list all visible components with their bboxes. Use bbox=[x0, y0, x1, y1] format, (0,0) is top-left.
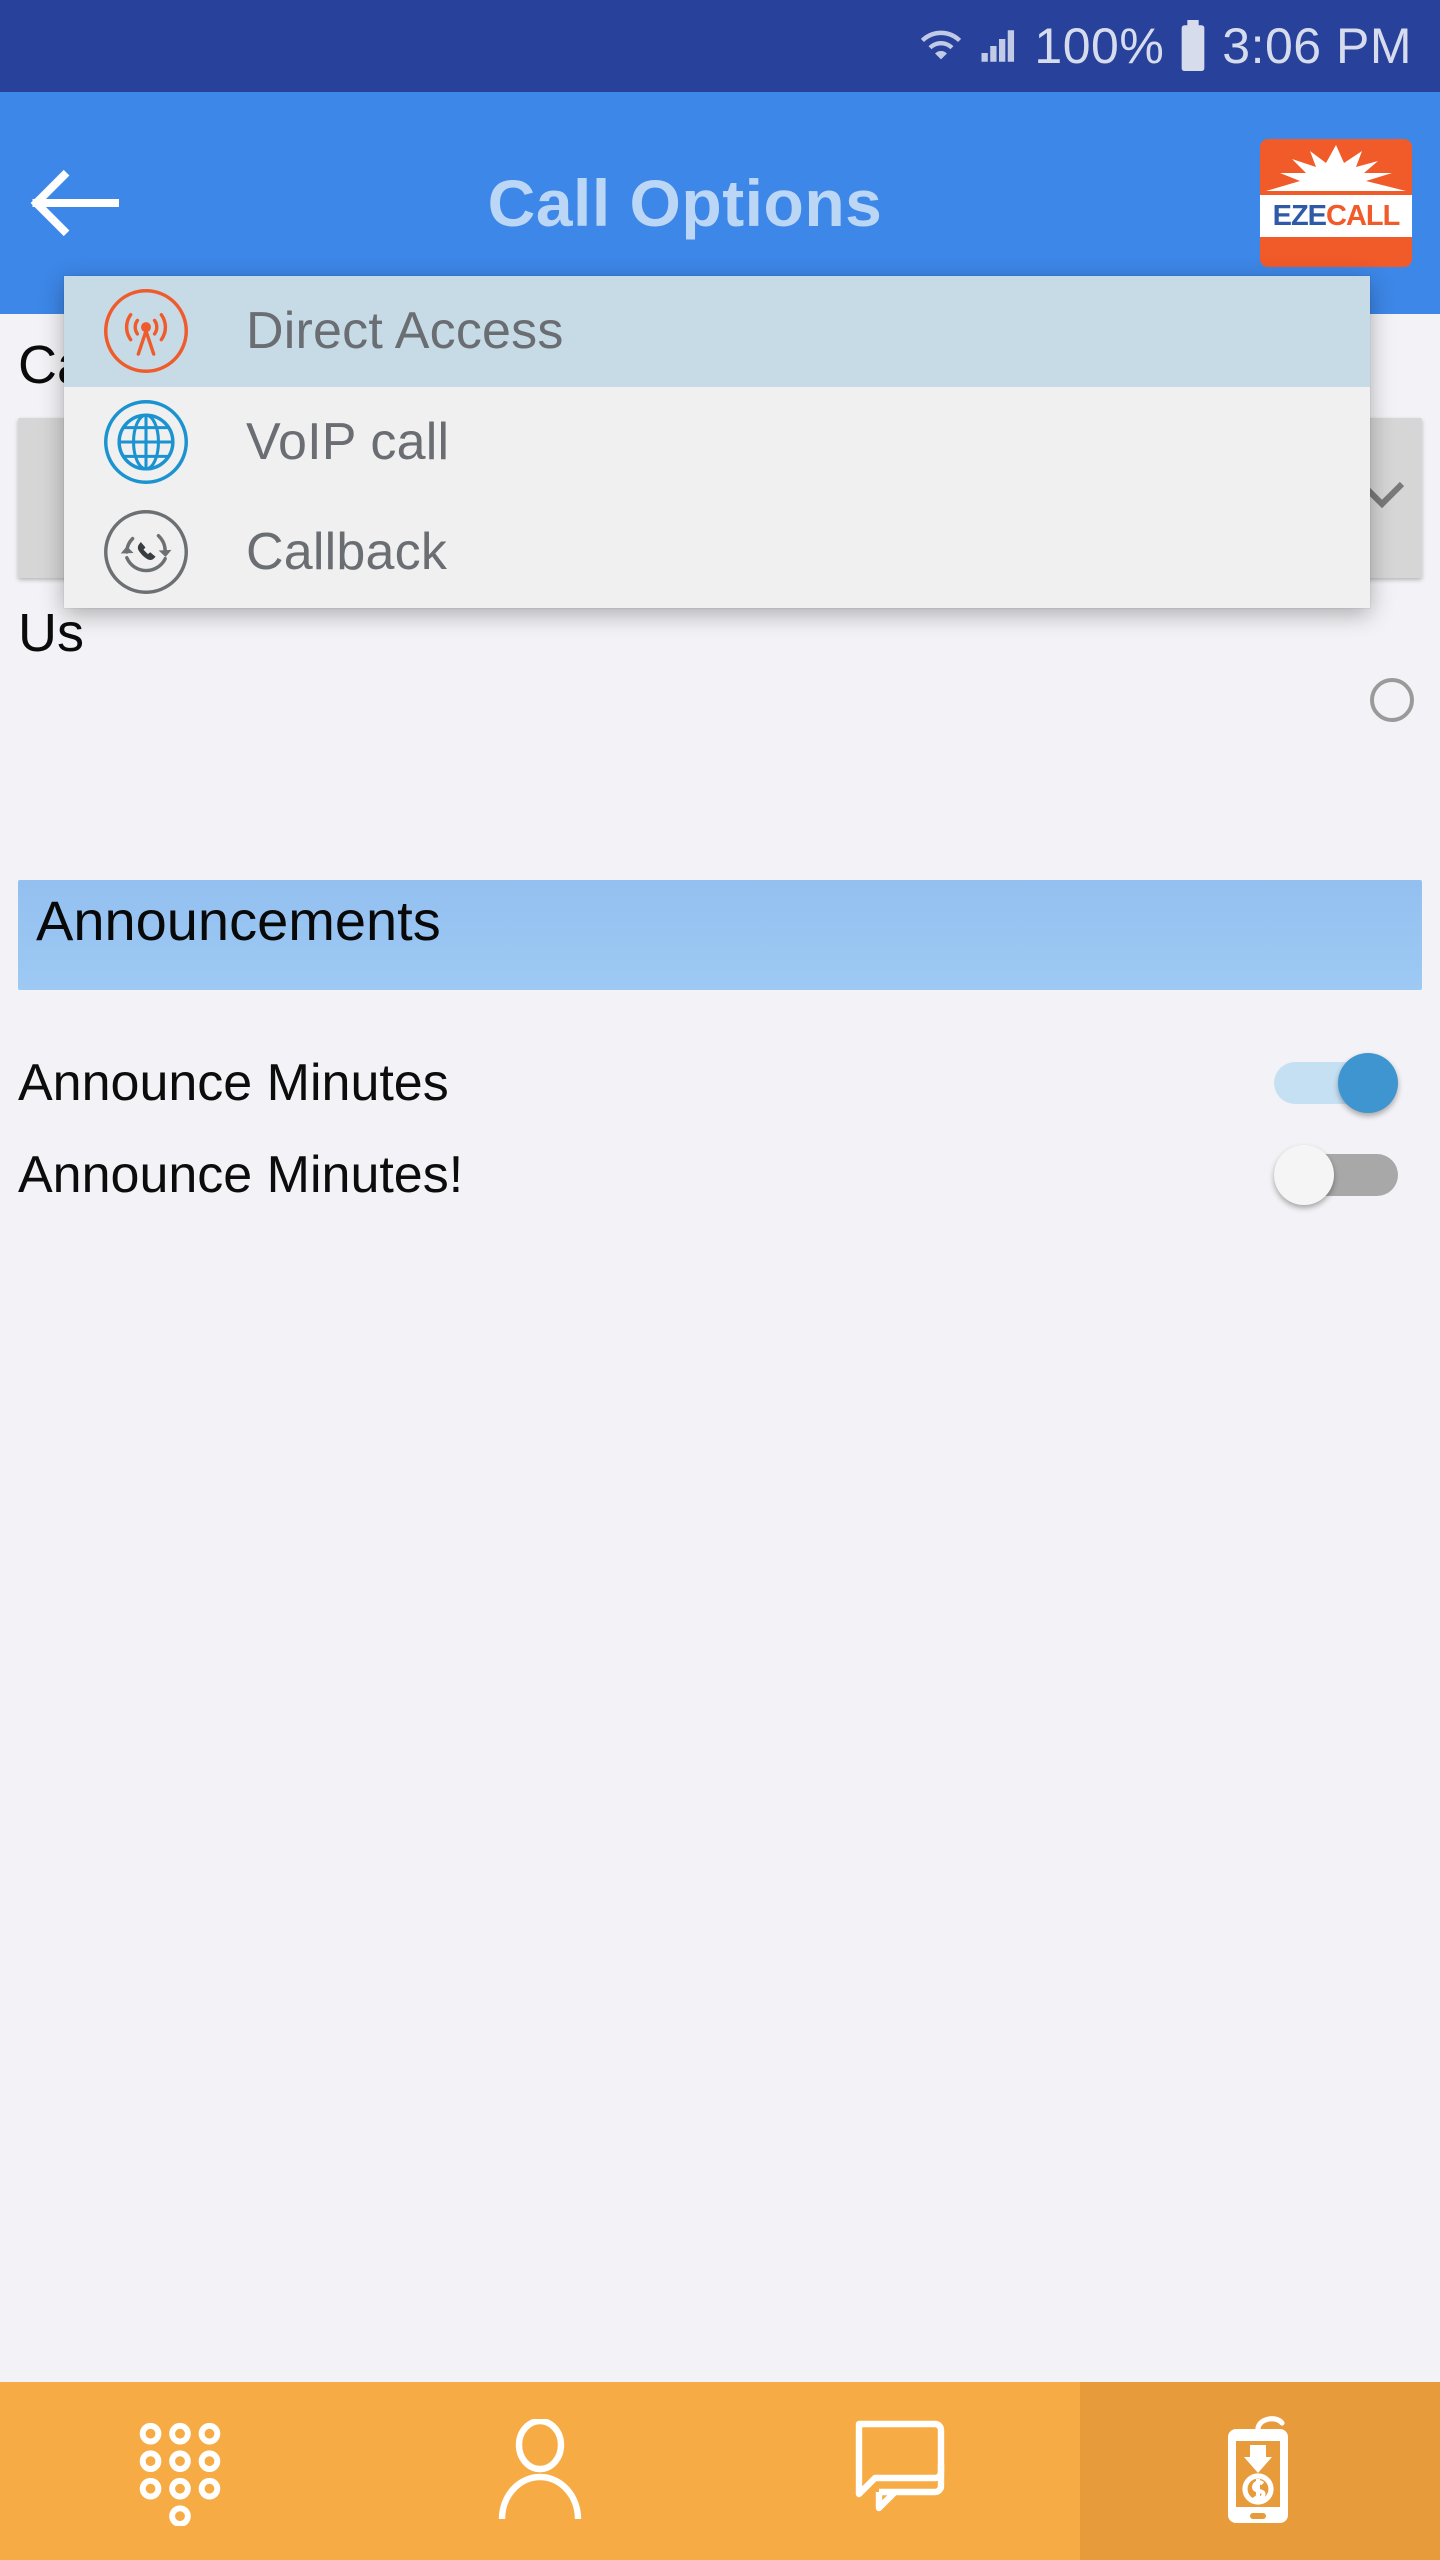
dropdown-label-1: VoIP call bbox=[246, 412, 450, 471]
ezecall-logo: EZE CALL bbox=[1260, 139, 1412, 267]
logo-text-call: CALL bbox=[1326, 199, 1400, 232]
toggle-row-announce-minutes-alt[interactable]: Announce Minutes! bbox=[0, 1120, 1440, 1230]
status-bar: 100% 3:06 PM bbox=[0, 0, 1440, 92]
cellular-signal-icon bbox=[978, 24, 1020, 68]
clock-label: 3:06 PM bbox=[1222, 18, 1412, 74]
toggle-label-0: Announce Minutes bbox=[18, 1054, 449, 1112]
dropdown-item-callback[interactable]: Callback bbox=[64, 497, 1370, 608]
announcements-section-header: Announcements bbox=[18, 880, 1422, 990]
battery-full-icon bbox=[1178, 20, 1208, 72]
dialpad-icon bbox=[132, 2416, 228, 2526]
wifi-icon bbox=[918, 23, 964, 69]
toggle-label-1: Announce Minutes! bbox=[18, 1146, 464, 1204]
bottom-navigation-bar bbox=[0, 2382, 1440, 2560]
call-type-dropdown[interactable]: Direct Access VoIP call Callback bbox=[64, 276, 1370, 608]
nav-item-messages[interactable] bbox=[720, 2382, 1080, 2560]
nav-item-recharge[interactable] bbox=[1080, 2382, 1440, 2560]
broadcast-tower-icon bbox=[98, 283, 194, 379]
logo-wordmark: EZE CALL bbox=[1260, 195, 1412, 237]
dropdown-item-direct-access[interactable]: Direct Access bbox=[64, 276, 1370, 387]
toggle-switch-announce-minutes[interactable] bbox=[1274, 1053, 1398, 1113]
battery-percent-label: 100% bbox=[1034, 18, 1165, 74]
person-icon bbox=[490, 2419, 590, 2523]
circle-indicator-icon bbox=[1370, 678, 1414, 722]
dropdown-label-0: Direct Access bbox=[246, 302, 564, 361]
phone-money-icon bbox=[1216, 2413, 1304, 2529]
logo-text-eze: EZE bbox=[1272, 199, 1327, 232]
toggle-switch-announce-minutes-alt[interactable] bbox=[1274, 1145, 1398, 1205]
announcements-label: Announcements bbox=[36, 889, 441, 952]
phone-screen: 100% 3:06 PM Call Options EZE CALL Us An… bbox=[0, 0, 1440, 2560]
page-title: Call Options bbox=[487, 166, 883, 240]
main-content: Call Type: Us Announcements Announce Min… bbox=[0, 314, 1440, 2382]
nav-item-dialpad[interactable] bbox=[0, 2382, 360, 2560]
dropdown-label-2: Callback bbox=[246, 523, 448, 582]
toggle-thumb bbox=[1274, 1145, 1334, 1205]
nav-item-contacts[interactable] bbox=[360, 2382, 720, 2560]
globe-icon bbox=[98, 394, 194, 490]
toggle-thumb bbox=[1338, 1053, 1398, 1113]
back-arrow-icon bbox=[30, 169, 120, 237]
chat-bubbles-icon bbox=[847, 2420, 953, 2522]
dropdown-item-voip-call[interactable]: VoIP call bbox=[64, 387, 1370, 498]
secondary-field-label: Us bbox=[18, 603, 84, 663]
secondary-field[interactable] bbox=[18, 674, 1422, 734]
callback-phone-icon bbox=[98, 504, 194, 600]
starburst-icon bbox=[1266, 145, 1406, 191]
